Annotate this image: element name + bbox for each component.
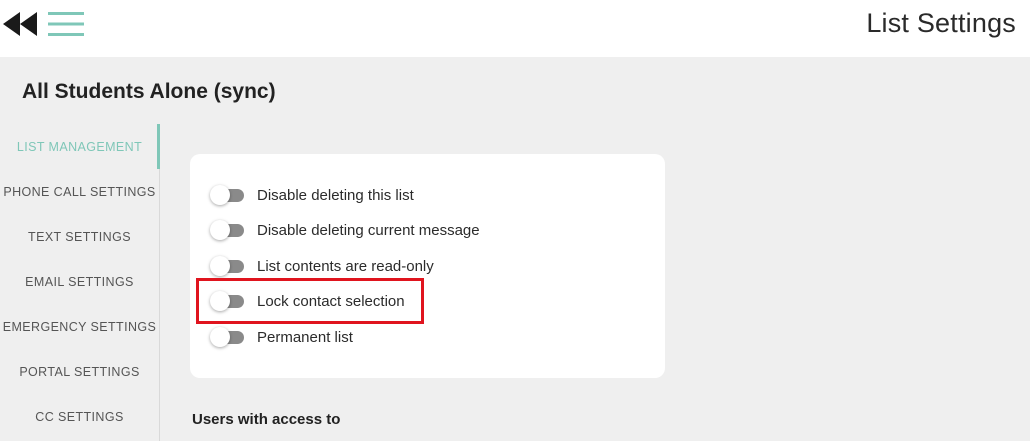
list-management-card: Disable deleting this list Disable delet… [190,154,665,378]
setting-row-permanent-list: Permanent list [210,324,640,350]
sidebar-item-phone-call-settings[interactable]: PHONE CALL SETTINGS [0,169,159,214]
highlight-annotation-box [196,278,424,324]
sidebar-item-emergency-settings[interactable]: EMERGENCY SETTINGS [0,304,159,349]
toggle-knob [210,256,230,276]
double-left-arrow-icon[interactable] [3,12,39,36]
setting-label: Disable deleting current message [257,221,480,239]
toggle-knob [210,185,230,205]
users-with-access-heading: Users with access to [192,411,341,428]
list-name-heading: All Students Alone (sync) [22,80,276,103]
hamburger-menu-icon[interactable] [48,10,84,38]
setting-label: List contents are read-only [257,257,434,275]
toggle-knob [210,327,230,347]
disable-deleting-message-toggle[interactable] [210,220,245,240]
setting-row-disable-deleting-list: Disable deleting this list [210,182,640,208]
sidebar-item-cc-settings[interactable]: CC SETTINGS [0,394,159,439]
active-tab-indicator [157,124,160,169]
toggle-knob [210,220,230,240]
setting-label: Disable deleting this list [257,186,414,204]
setting-row-read-only: List contents are read-only [210,253,640,279]
setting-label: Permanent list [257,328,353,346]
permanent-list-toggle[interactable] [210,327,245,347]
page-title: List Settings [866,8,1016,38]
sidebar-item-list-management[interactable]: LIST MANAGEMENT [0,124,159,169]
settings-sidebar: LIST MANAGEMENT PHONE CALL SETTINGS TEXT… [0,124,160,441]
setting-row-disable-deleting-message: Disable deleting current message [210,217,640,243]
sidebar-item-portal-settings[interactable]: PORTAL SETTINGS [0,349,159,394]
read-only-toggle[interactable] [210,256,245,276]
sidebar-item-email-settings[interactable]: EMAIL SETTINGS [0,259,159,304]
top-bar: List Settings [0,0,1030,57]
sidebar-item-text-settings[interactable]: TEXT SETTINGS [0,214,159,259]
disable-deleting-list-toggle[interactable] [210,185,245,205]
